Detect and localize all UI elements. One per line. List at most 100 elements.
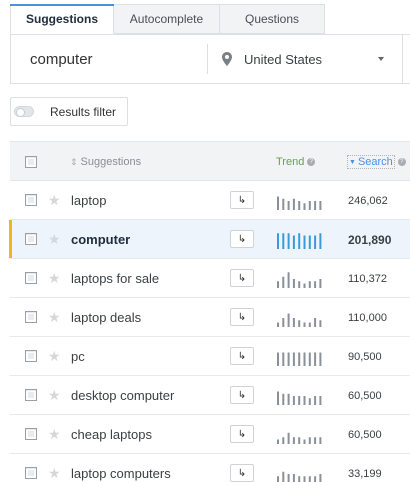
trend-sparkline	[277, 471, 322, 482]
trend-sparkline	[277, 313, 322, 327]
trend-bar	[298, 476, 301, 482]
trend-bar	[282, 318, 285, 327]
trend-bar	[277, 391, 279, 405]
row-checkbox[interactable]	[25, 467, 37, 479]
trend-bar	[314, 476, 317, 482]
table-row[interactable]: ★ laptop ↳ 246,062	[10, 181, 410, 220]
trend-bar	[277, 233, 279, 249]
star-icon[interactable]: ★	[48, 231, 61, 248]
trend-bar	[308, 235, 311, 249]
table-row[interactable]: ★ laptop deals ↳ 110,000	[10, 298, 410, 337]
trend-bar	[292, 235, 295, 249]
use-keyword-button[interactable]: ↳	[230, 386, 254, 404]
search-input[interactable]	[11, 35, 207, 83]
location-select[interactable]: United States	[208, 35, 398, 83]
trend-bar	[319, 352, 322, 366]
sort-desc-icon: ▼	[349, 158, 356, 166]
table-row[interactable]: ★ laptops for sale ↳ 110,372	[10, 259, 410, 298]
trend-column-header[interactable]: Trend ?	[276, 142, 316, 182]
table-row[interactable]: ★ pc ↳ 90,500	[10, 337, 410, 376]
trend-bar	[292, 279, 295, 288]
trend-bar	[319, 201, 322, 210]
row-checkbox[interactable]	[25, 194, 37, 206]
star-icon[interactable]: ★	[48, 387, 61, 404]
tab-autocomplete[interactable]: Autocomplete	[114, 4, 220, 34]
return-arrow-icon: ↳	[237, 194, 247, 206]
trend-sparkline	[277, 391, 322, 405]
trend-bar	[298, 281, 301, 288]
select-all-checkbox[interactable]	[25, 156, 37, 168]
star-icon[interactable]: ★	[48, 192, 61, 209]
star-icon[interactable]: ★	[48, 309, 61, 326]
return-arrow-icon: ↳	[237, 467, 247, 479]
keyword-link[interactable]: laptop	[71, 181, 106, 220]
trend-bar	[319, 320, 322, 327]
use-keyword-button[interactable]: ↳	[230, 347, 254, 365]
trend-bar	[319, 474, 322, 482]
sort-icon: ⇕	[70, 156, 78, 167]
row-checkbox[interactable]	[25, 350, 37, 362]
row-checkbox[interactable]	[25, 389, 37, 401]
keyword-link[interactable]: laptops for sale	[71, 259, 159, 298]
help-icon[interactable]: ?	[307, 158, 316, 166]
table-row[interactable]: ★ cheap laptops ↳ 60,500	[10, 415, 410, 454]
trend-bar	[319, 437, 322, 444]
keyword-link[interactable]: laptop computers	[71, 454, 171, 482]
trend-bar	[277, 352, 279, 366]
star-icon[interactable]: ★	[48, 270, 61, 287]
trend-bar	[308, 352, 311, 366]
return-arrow-icon: ↳	[237, 311, 247, 323]
search-volume: 60,500	[348, 428, 382, 441]
row-checkbox[interactable]	[25, 428, 37, 440]
keyword-link[interactable]: cheap laptops	[71, 415, 152, 454]
use-keyword-button[interactable]: ↳	[230, 191, 254, 209]
trend-bar	[308, 322, 311, 327]
search-submit-area[interactable]	[402, 35, 410, 83]
trend-bar	[282, 352, 285, 366]
trend-bar	[287, 313, 290, 327]
trend-bar	[298, 320, 301, 327]
use-keyword-button[interactable]: ↳	[230, 230, 254, 248]
use-keyword-button[interactable]: ↳	[230, 308, 254, 326]
table-row[interactable]: ★ computer ↳ 201,890	[9, 220, 410, 259]
use-keyword-button[interactable]: ↳	[230, 464, 254, 482]
trend-bar	[298, 201, 301, 210]
trend-header-label: Trend	[276, 156, 305, 168]
search-column-header[interactable]: ▼ Search ?	[347, 142, 406, 182]
table-row[interactable]: ★ desktop computer ↳ 60,500	[10, 376, 410, 415]
trend-bar	[314, 352, 317, 366]
keyword-link[interactable]: pc	[71, 337, 85, 376]
suggestions-column-header[interactable]: ⇕ Suggestions	[70, 142, 141, 182]
tab-questions[interactable]: Questions	[220, 4, 325, 34]
trend-bar	[292, 396, 295, 405]
star-icon[interactable]: ★	[48, 348, 61, 365]
star-icon[interactable]: ★	[48, 465, 61, 482]
trend-bar	[303, 283, 306, 288]
use-keyword-button[interactable]: ↳	[230, 425, 254, 443]
tab-bar: Suggestions Autocomplete Questions	[10, 4, 325, 34]
row-checkbox[interactable]	[25, 272, 37, 284]
trend-sparkline	[277, 272, 322, 288]
keyword-link[interactable]: computer	[71, 220, 130, 259]
keyword-link[interactable]: desktop computer	[71, 376, 174, 415]
trend-bar	[314, 396, 317, 405]
results-filter-button[interactable]: Results filter	[10, 97, 128, 126]
trend-sparkline	[277, 233, 322, 249]
star-icon[interactable]: ★	[48, 426, 61, 443]
return-arrow-icon: ↳	[237, 428, 247, 440]
search-header-label: Search	[357, 156, 393, 168]
trend-bar	[292, 474, 295, 482]
trend-bar	[277, 476, 279, 482]
help-icon[interactable]: ?	[397, 158, 406, 166]
trend-bar	[314, 318, 317, 327]
keyword-link[interactable]: laptop deals	[71, 298, 141, 337]
use-keyword-button[interactable]: ↳	[230, 269, 254, 287]
trend-bar	[303, 352, 306, 366]
filter-toggle-icon[interactable]	[14, 106, 34, 117]
row-checkbox[interactable]	[25, 233, 37, 245]
trend-bar	[319, 279, 322, 288]
trend-bar	[292, 437, 295, 444]
row-checkbox[interactable]	[25, 311, 37, 323]
table-row[interactable]: ★ laptop computers ↳ 33,199	[10, 454, 410, 482]
tab-suggestions[interactable]: Suggestions	[10, 4, 114, 34]
